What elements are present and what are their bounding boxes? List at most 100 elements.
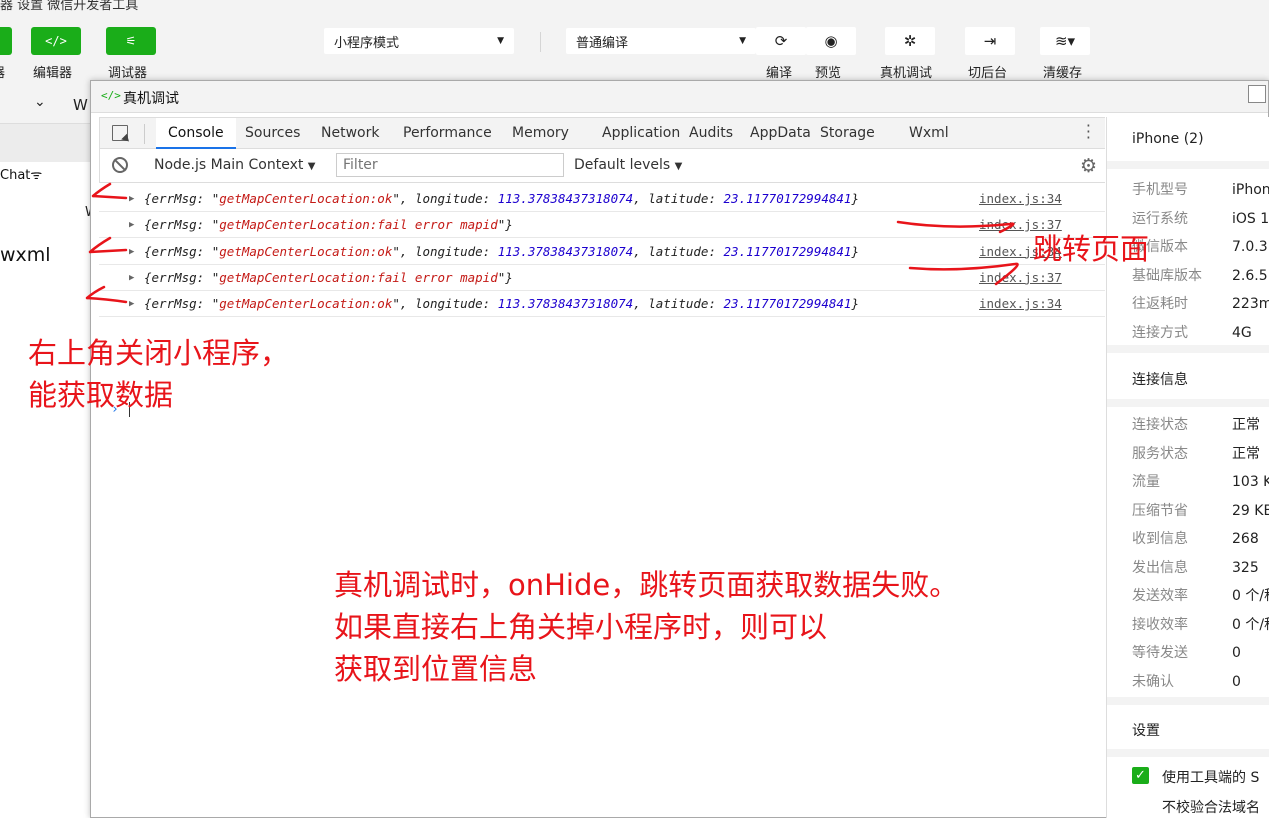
info-key: 流量: [1132, 474, 1160, 490]
info-row: 往返耗时 223m: [1132, 293, 1269, 313]
wechat-status-label: Chatᯤ: [0, 168, 43, 183]
filter-input[interactable]: [336, 153, 564, 177]
tab-wxml[interactable]: Wxml: [897, 118, 961, 149]
info-key: 服务状态: [1132, 445, 1188, 462]
info-key: 手机型号: [1132, 182, 1188, 198]
tab-network[interactable]: Network: [309, 118, 391, 149]
log-source-link[interactable]: index.js:37: [979, 265, 1062, 291]
info-key: 接收效率: [1132, 616, 1188, 633]
log-levels-select[interactable]: Default levels ▼: [574, 157, 682, 173]
log-source-link[interactable]: index.js:34: [979, 186, 1062, 212]
panel-divider: [1107, 399, 1269, 407]
tab-performance[interactable]: Performance: [391, 118, 504, 149]
debugger-button[interactable]: ⚟: [106, 27, 156, 55]
simulator-statusbar: [0, 124, 92, 162]
log-message: {errMsg: "getMapCenterLocation:fail erro…: [144, 217, 513, 233]
info-key: 发送效率: [1132, 588, 1188, 604]
no-domain-check-label: 不校验合法域名: [1162, 800, 1260, 816]
annotation-left-line2: 能获取数据: [28, 378, 174, 412]
preview-button[interactable]: ◉: [806, 27, 856, 55]
simulator-label: 器: [0, 62, 5, 81]
annotation-bottom-line1: 真机调试时，onHide，跳转页面获取数据失败。: [334, 568, 959, 602]
log-errmsg: getMapCenterLocation:fail error mapid: [219, 217, 498, 233]
ide-toolbar: 器 设置 微信开发者工具 器 </> 编辑器 ⚟ 调试器 小程序模式 ▼ 普通编…: [0, 0, 1269, 88]
inspect-element-icon[interactable]: [112, 125, 128, 141]
tab-audits[interactable]: Audits: [677, 118, 745, 149]
layers-icon: ≋▾: [1054, 32, 1076, 50]
chevron-down-icon[interactable]: ⌄: [34, 94, 46, 110]
wxml-label: wxml: [0, 244, 51, 266]
info-key: 往返耗时: [1132, 296, 1188, 312]
info-key: 发出信息: [1132, 559, 1188, 576]
expand-triangle-icon[interactable]: ▶: [129, 212, 134, 238]
info-row: 手机型号 iPhon: [1132, 179, 1269, 199]
info-row: 发出信息 325: [1132, 557, 1259, 577]
console-log-line[interactable]: ▶ {errMsg: "getMapCenterLocation:fail err…: [99, 265, 1105, 291]
log-latitude: 23.11770172994841: [723, 243, 852, 259]
sliders-icon: ⚟: [125, 34, 137, 48]
info-row: 服务状态 正常: [1132, 443, 1260, 463]
simulator-button[interactable]: [0, 27, 12, 55]
annotation-left-line1: 右上角关闭小程序，: [28, 336, 290, 370]
more-vertical-icon[interactable]: · · ·: [1086, 118, 1091, 146]
caret-down-icon: ▼: [307, 161, 316, 172]
file-tab-label[interactable]: W: [73, 96, 88, 114]
console-log-line[interactable]: ▶ {errMsg: "getMapCenterLocation:ok", lon…: [99, 186, 1105, 212]
mode-select[interactable]: 小程序模式 ▼: [324, 28, 514, 54]
gear-icon[interactable]: ⚙: [1080, 155, 1097, 177]
info-value: iPhon: [1232, 182, 1269, 198]
tab-sources[interactable]: Sources: [233, 118, 312, 149]
eye-icon: ◉: [824, 32, 838, 50]
compile-select[interactable]: 普通编译 ▼: [566, 28, 756, 54]
info-value: 正常: [1232, 417, 1260, 433]
clear-console-icon[interactable]: [112, 157, 128, 173]
maximize-button[interactable]: [1248, 85, 1266, 103]
console-log-line[interactable]: ▶ {errMsg: "getMapCenterLocation:fail err…: [99, 212, 1105, 239]
info-value: 4G: [1232, 324, 1252, 341]
log-message: {errMsg: "getMapCenterLocation:fail erro…: [144, 269, 513, 285]
device-name[interactable]: iPhone (2): [1132, 131, 1204, 147]
tab-console[interactable]: Console: [156, 118, 236, 149]
settings-title: 设置: [1132, 723, 1160, 739]
log-source-link[interactable]: index.js:34: [979, 291, 1062, 317]
expand-triangle-icon[interactable]: ▶: [129, 239, 134, 265]
console-log-line[interactable]: ▶ {errMsg: "getMapCenterLocation:ok", lon…: [99, 239, 1105, 265]
log-message: {errMsg: "getMapCenterLocation:ok", long…: [144, 191, 859, 206]
info-value: 268: [1232, 531, 1259, 547]
clear-cache-button[interactable]: ≋▾: [1040, 27, 1090, 55]
log-longitude: 113.37838437318074: [497, 243, 634, 259]
annotation-bottom-line3: 获取到位置信息: [334, 652, 538, 686]
info-row: 运行系统 iOS 12: [1132, 208, 1269, 228]
annotation-left: 右上角关闭小程序， 能获取数据: [28, 332, 289, 416]
info-row: 未确认 0: [1132, 671, 1241, 691]
info-key: 收到信息: [1132, 531, 1188, 547]
editor-button[interactable]: </>: [31, 27, 81, 55]
info-value: 223m: [1232, 296, 1269, 312]
log-longitude: 113.37838437318074: [497, 296, 634, 312]
annotation-bottom: 真机调试时，onHide，跳转页面获取数据失败。 如果直接右上角关掉小程序时，则…: [334, 564, 958, 690]
remote-debug-label: 真机调试: [880, 66, 933, 81]
switch-background-icon: ⇥: [983, 32, 997, 50]
tab-storage[interactable]: Storage: [808, 118, 887, 149]
log-message: {errMsg: "getMapCenterLocation:ok", long…: [144, 296, 859, 312]
tabbar-divider: [144, 124, 145, 144]
expand-triangle-icon[interactable]: ▶: [129, 186, 134, 212]
compile-button[interactable]: ⟳: [756, 27, 806, 55]
window-title: 真机调试: [123, 91, 179, 107]
log-errmsg: getMapCenterLocation:fail error mapid: [219, 269, 498, 285]
device-info-panel: iPhone (2) 手机型号 iPhon 运行系统 iOS 12 微信版本7.0.3 基…: [1106, 117, 1269, 818]
context-select[interactable]: Node.js Main Context ▼: [154, 157, 316, 173]
console-log-line[interactable]: ▶ {errMsg: "getMapCenterLocation:ok", lon…: [99, 291, 1105, 318]
toolbar-divider: [540, 32, 541, 52]
remote-debug-button[interactable]: ✲: [885, 27, 935, 55]
tab-memory[interactable]: Memory: [500, 118, 581, 149]
window-titlebar[interactable]: </> 真机调试: [91, 81, 1268, 113]
expand-triangle-icon[interactable]: ▶: [129, 265, 134, 291]
panel-divider: [1107, 161, 1269, 169]
background-button[interactable]: ⇥: [965, 27, 1015, 55]
use-tool-checkbox[interactable]: ✓: [1132, 767, 1149, 784]
info-row: 收到信息 268: [1132, 528, 1259, 548]
ide-titlebar-text: 器 设置 微信开发者工具: [0, 0, 139, 13]
info-value: iOS 12: [1232, 210, 1269, 227]
expand-triangle-icon[interactable]: ▶: [129, 291, 134, 317]
